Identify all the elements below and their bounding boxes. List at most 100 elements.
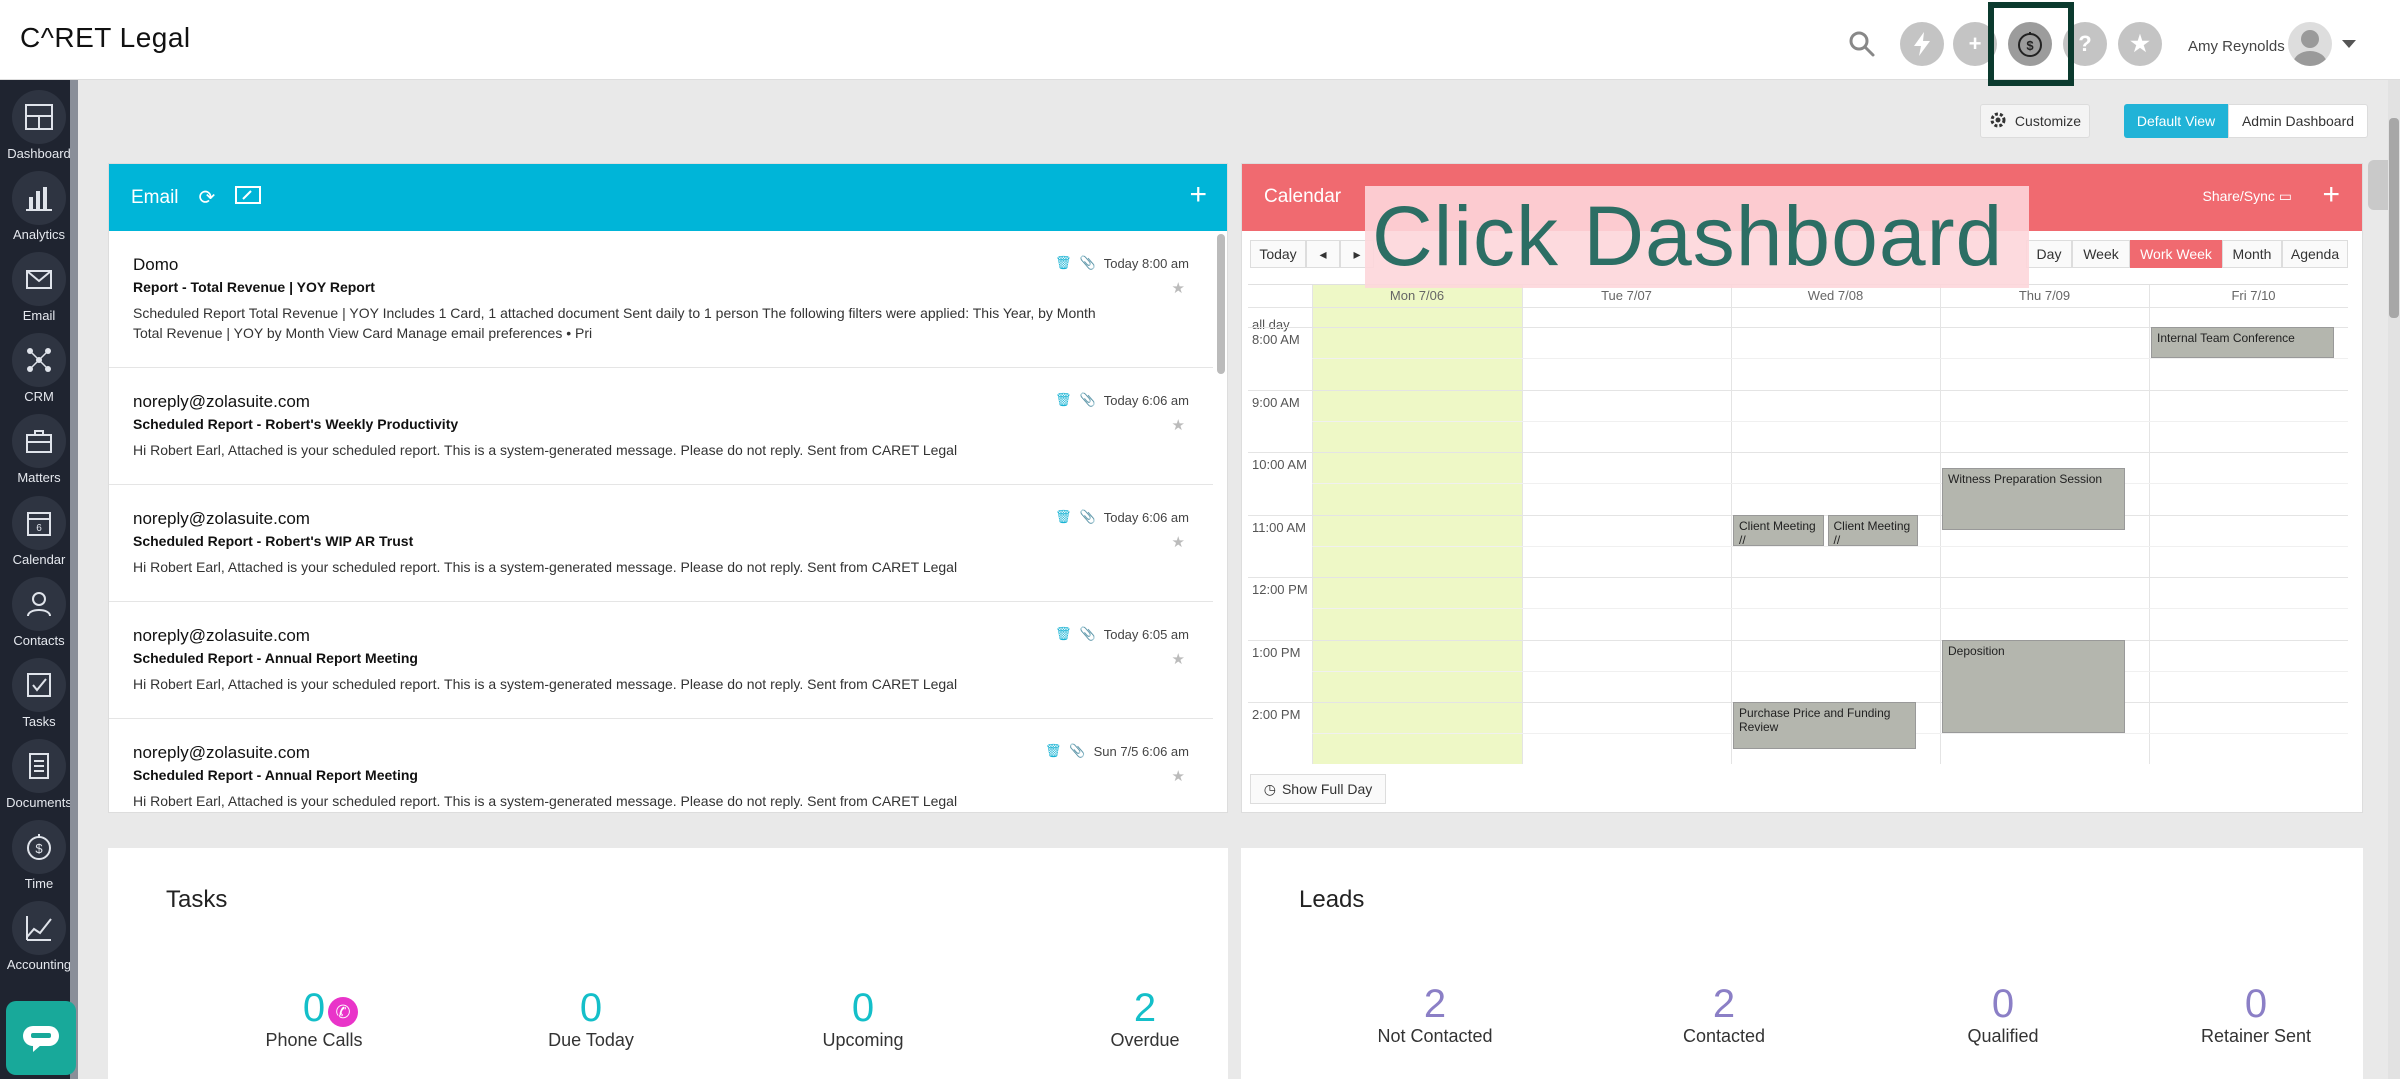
grid-half-line bbox=[1312, 483, 2348, 485]
email-scrollbar[interactable] bbox=[1217, 234, 1225, 374]
stat-label: Phone Calls bbox=[265, 1030, 363, 1050]
collapse-panel-tab[interactable] bbox=[2368, 160, 2388, 210]
sidebar-item-email[interactable]: Email bbox=[0, 246, 78, 326]
star-icon[interactable]: ★ bbox=[1172, 279, 1185, 297]
retainer-sent-stat[interactable]: 0 Retainer Sent bbox=[2156, 982, 2356, 1047]
calendar-event[interactable]: Purchase Price and Funding Review bbox=[1733, 702, 1916, 749]
sidebar-item-tasks[interactable]: Tasks bbox=[0, 652, 78, 732]
trash-icon[interactable]: 🗑 bbox=[1055, 509, 1072, 525]
time-label: 12:00 PM bbox=[1252, 582, 1308, 597]
page-scrollbar-thumb[interactable] bbox=[2389, 118, 2399, 318]
calendar-event[interactable]: Client Meeting // bbox=[1733, 514, 1824, 546]
list-item[interactable]: noreply@zolasuite.com Scheduled Report -… bbox=[109, 719, 1213, 813]
star-icon[interactable]: ★ bbox=[1172, 533, 1185, 551]
svg-text:6: 6 bbox=[36, 523, 42, 534]
admin-dashboard-button[interactable]: Admin Dashboard bbox=[2228, 104, 2368, 138]
grid-column-line bbox=[2149, 285, 2150, 764]
avatar[interactable] bbox=[2288, 22, 2332, 66]
sidebar-item-label: CRM bbox=[24, 389, 54, 404]
stat-value: 2 bbox=[1133, 986, 1157, 1030]
email-icon bbox=[12, 252, 66, 306]
time-label: 10:00 AM bbox=[1252, 457, 1307, 472]
list-item[interactable]: Domo Report - Total Revenue | YOY Report… bbox=[109, 231, 1213, 368]
time-label: 8:00 AM bbox=[1252, 332, 1300, 347]
default-view-button[interactable]: Default View bbox=[2124, 104, 2228, 138]
star-icon[interactable]: ★ bbox=[1172, 416, 1185, 434]
view-day-button[interactable]: Day bbox=[2026, 240, 2072, 268]
search-icon[interactable] bbox=[1848, 30, 1876, 58]
sidebar-item-documents[interactable]: Documents bbox=[0, 733, 78, 813]
calendar-event[interactable]: Witness Preparation Session bbox=[1942, 467, 2125, 531]
day-header: Mon 7/06 bbox=[1389, 288, 1445, 303]
today-button[interactable]: Today bbox=[1250, 240, 1306, 268]
email-subject: Scheduled Report - Robert's Weekly Produ… bbox=[133, 416, 459, 432]
stat-value: 0 bbox=[2244, 982, 2268, 1026]
sidebar-item-calendar[interactable]: 6 Calendar bbox=[0, 490, 78, 570]
email-meta: 🗑 📎 Today 6:06 am bbox=[1055, 509, 1189, 525]
sidebar-item-time[interactable]: $ Time bbox=[0, 814, 78, 894]
email-subject: Scheduled Report - Robert's WIP AR Trust bbox=[133, 533, 414, 549]
lightning-icon[interactable] bbox=[1900, 22, 1944, 66]
email-subject: Report - Total Revenue | YOY Report bbox=[133, 279, 375, 295]
due-today-stat[interactable]: 0 Due Today bbox=[491, 986, 691, 1051]
view-week-button[interactable]: Week bbox=[2072, 240, 2130, 268]
customize-button[interactable]: Customize bbox=[1980, 104, 2090, 138]
sidebar-item-crm[interactable]: CRM bbox=[0, 327, 78, 407]
sidebar-item-analytics[interactable]: Analytics bbox=[0, 165, 78, 245]
calendar-event[interactable]: Deposition bbox=[1942, 639, 2125, 734]
phone-calls-stat[interactable]: 0 Phone Calls bbox=[214, 986, 414, 1051]
grid-half-line bbox=[1312, 670, 2348, 672]
phone-icon: ✆ bbox=[328, 997, 358, 1027]
calendar-grid[interactable]: Mon 7/06 Tue 7/07 Wed 7/08 Thu 7/09 Fri … bbox=[1248, 284, 2348, 764]
calendar-event[interactable]: Client Meeting // bbox=[1827, 514, 1918, 546]
compose-icon[interactable] bbox=[235, 185, 262, 211]
sidebar-item-dashboard[interactable]: Dashboard bbox=[0, 84, 78, 164]
today-column bbox=[1312, 285, 1522, 764]
upcoming-stat[interactable]: 0 Upcoming bbox=[763, 986, 963, 1051]
tasks-title: Tasks bbox=[166, 886, 228, 913]
contacted-stat[interactable]: 2 Contacted bbox=[1624, 982, 1824, 1047]
view-agenda-button[interactable]: Agenda bbox=[2282, 240, 2348, 268]
sidebar-item-label: Time bbox=[24, 876, 54, 891]
stat-value: 2 bbox=[1712, 982, 1736, 1026]
list-item[interactable]: noreply@zolasuite.com Scheduled Report -… bbox=[109, 602, 1213, 719]
trash-icon[interactable]: 🗑 bbox=[1055, 392, 1072, 408]
prev-icon[interactable]: ◂ bbox=[1306, 240, 1340, 268]
star-icon[interactable]: ★ bbox=[1172, 650, 1185, 668]
share-sync-link[interactable]: Share/Sync ▭ bbox=[2203, 188, 2293, 205]
star-icon[interactable]: ★ bbox=[2118, 22, 2162, 66]
trash-icon[interactable]: 🗑 bbox=[1055, 626, 1072, 642]
email-preview: Hi Robert Earl, Attached is your schedul… bbox=[133, 559, 958, 575]
trash-icon[interactable]: 🗑 bbox=[1055, 255, 1072, 271]
list-item[interactable]: noreply@zolasuite.com Scheduled Report -… bbox=[109, 485, 1213, 602]
grid-row-line bbox=[1248, 639, 2348, 641]
sidebar-scrollbar[interactable] bbox=[70, 80, 78, 1079]
calendar-event[interactable]: Internal Team Conference bbox=[2151, 327, 2334, 359]
trash-icon[interactable]: 🗑 bbox=[1045, 743, 1062, 759]
grid-row-line bbox=[1248, 577, 2348, 578]
sidebar-item-contacts[interactable]: Contacts bbox=[0, 571, 78, 651]
not-contacted-stat[interactable]: 2 Not Contacted bbox=[1335, 982, 1535, 1047]
time-label: 2:00 PM bbox=[1252, 707, 1301, 722]
star-icon[interactable]: ★ bbox=[1172, 767, 1185, 785]
app-logo[interactable]: C^RET Legal bbox=[20, 22, 191, 54]
email-time: Sun 7/5 6:06 am bbox=[1093, 743, 1189, 759]
sidebar-item-matters[interactable]: Matters bbox=[0, 408, 78, 488]
stat-label: Not Contacted bbox=[1377, 1026, 1493, 1046]
chevron-down-icon[interactable] bbox=[2342, 40, 2356, 48]
refresh-icon[interactable]: ⟳ bbox=[199, 185, 216, 210]
list-item[interactable]: noreply@zolasuite.com Scheduled Report -… bbox=[109, 368, 1213, 485]
view-month-button[interactable]: Month bbox=[2222, 240, 2282, 268]
qualified-stat[interactable]: 0 Qualified bbox=[1903, 982, 2103, 1047]
user-name[interactable]: Amy Reynolds bbox=[2188, 38, 2285, 55]
stat-label: Overdue bbox=[1110, 1030, 1180, 1050]
grid-half-line bbox=[1312, 358, 2348, 360]
show-full-day-button[interactable]: ◷ Show Full Day bbox=[1250, 774, 1386, 804]
chat-button[interactable] bbox=[6, 1001, 76, 1075]
add-email-button[interactable]: + bbox=[1189, 178, 1207, 212]
sidebar-item-accounting[interactable]: Accounting bbox=[0, 895, 78, 975]
view-work-week-button[interactable]: Work Week bbox=[2130, 240, 2222, 268]
overdue-stat[interactable]: 2 Overdue bbox=[1045, 986, 1245, 1051]
calendar-title: Calendar bbox=[1264, 186, 1342, 207]
add-event-button[interactable]: + bbox=[2322, 178, 2340, 212]
